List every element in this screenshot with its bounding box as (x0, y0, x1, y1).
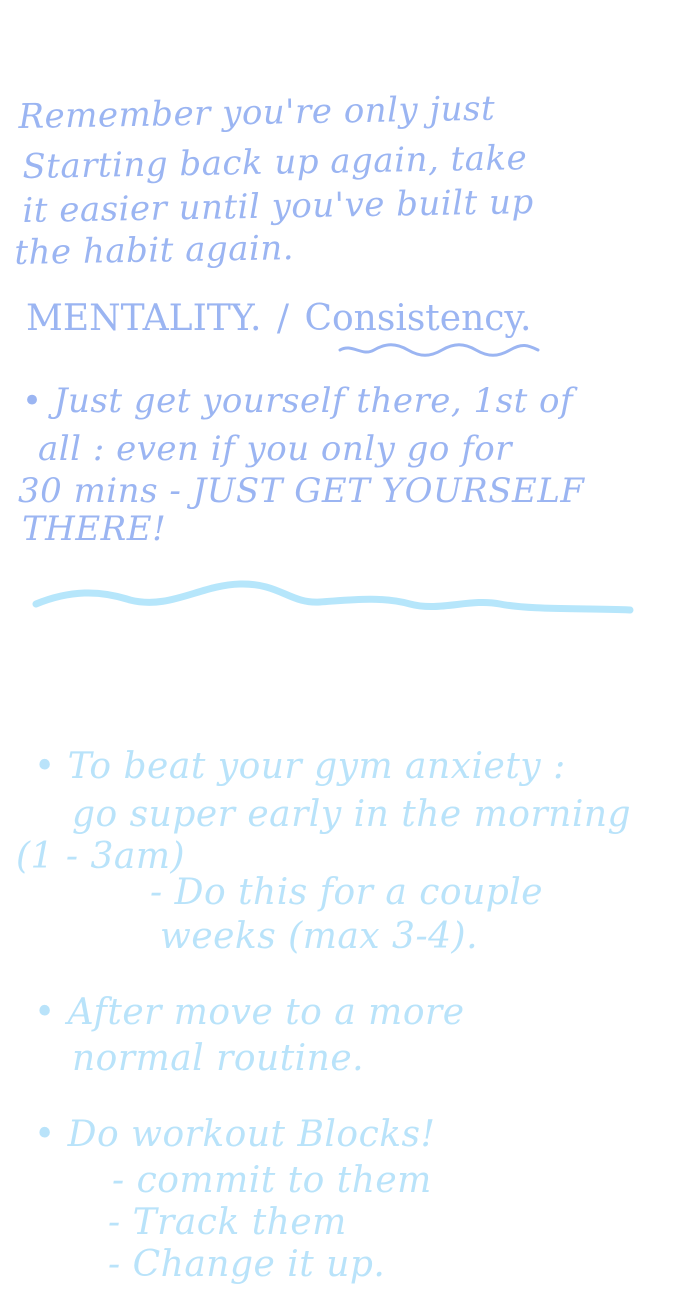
note-line: Remember you're only just (18, 88, 496, 137)
handwritten-note-page: Remember you're only just Starting back … (0, 0, 676, 1303)
note-line: the habit again. (14, 228, 295, 273)
bullet-line: • To beat your gym anxiety : (34, 746, 566, 787)
bullet-line: • Do workout Blocks! (34, 1114, 436, 1155)
mentality-heading: MENTALITY. / Consistency. (26, 294, 531, 344)
consistency-underline-squiggle (338, 343, 540, 357)
bullet-line: • After move to a more (34, 992, 465, 1033)
bullet-line: normal routine. (72, 1038, 365, 1079)
sub-bullet-line: - Change it up. (108, 1244, 386, 1285)
heading-divider: / (276, 298, 289, 339)
bullet-line: • Just get yourself there, 1st of (22, 381, 574, 421)
sub-bullet-line: - Do this for a couple (150, 872, 544, 913)
heading-mentality: MENTALITY. (26, 298, 262, 339)
bullet-line: all : even if you only go for (38, 429, 512, 469)
sub-bullet-line: weeks (max 3-4). (160, 916, 479, 957)
section-divider-wave (32, 580, 634, 614)
heading-consistency: Consistency. (304, 298, 532, 339)
bullet-line: THERE! (22, 509, 167, 549)
